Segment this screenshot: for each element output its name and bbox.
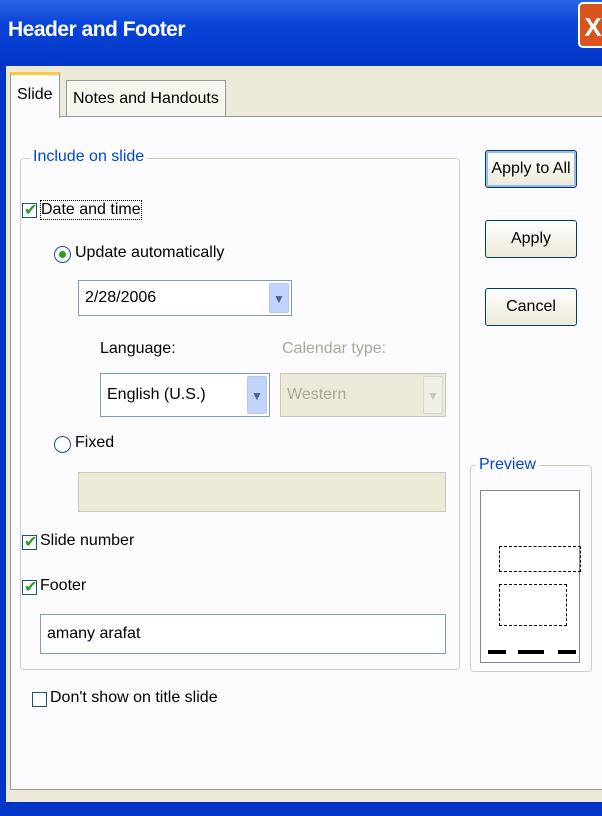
fixed-date-input [78,472,446,512]
preview-date-placeholder [488,650,506,654]
check-icon: ✔ [24,534,38,551]
language-dropdown[interactable]: English (U.S.) ▼ [100,373,270,417]
language-value: English (U.S.) [107,386,206,403]
check-icon: ✔ [24,579,38,596]
slide-number-label: Slide number [40,532,135,549]
dont-show-title-checkbox[interactable] [32,692,47,707]
preview-title-placeholder [499,546,581,572]
slide-preview [480,490,581,663]
dont-show-title-label: Don't show on title slide [50,689,218,706]
footer-text-value: amany arafat [47,625,141,642]
calendar-type-dropdown: Western ▼ [280,373,446,417]
footer-text-input[interactable]: amany arafat [40,614,446,654]
check-icon: ✔ [24,202,38,219]
chevron-down-icon[interactable]: ▼ [269,283,289,313]
date-format-value: 2/28/2006 [85,289,157,306]
preview-footer-placeholder [518,650,544,654]
chevron-down-icon[interactable]: ▼ [247,376,267,414]
radio-selected-dot [59,251,66,258]
calendar-type-label: Calendar type: [282,340,387,357]
update-automatically-label: Update automatically [75,244,225,261]
footer-label: Footer [40,577,87,594]
date-time-label: Date and time [40,200,142,220]
language-label: Language: [100,340,176,357]
date-format-dropdown[interactable]: 2/28/2006 ▼ [78,280,292,316]
slide-number-checkbox[interactable]: ✔ [22,534,38,551]
cancel-button[interactable]: Cancel [485,288,577,326]
preview-legend: Preview [476,456,539,474]
footer-checkbox[interactable]: ✔ [22,579,38,596]
include-on-slide-legend: Include on slide [30,148,148,166]
fixed-radio[interactable] [54,436,71,453]
calendar-type-value: Western [287,386,347,403]
apply-to-all-button[interactable]: Apply to All [485,150,577,188]
preview-content-placeholder [499,584,567,626]
preview-number-placeholder [558,650,576,654]
fixed-label: Fixed [75,434,115,451]
update-automatically-radio[interactable] [54,246,71,263]
date-time-checkbox[interactable]: ✔ [22,202,38,219]
chevron-down-icon: ▼ [423,376,443,414]
apply-button[interactable]: Apply [485,220,577,258]
